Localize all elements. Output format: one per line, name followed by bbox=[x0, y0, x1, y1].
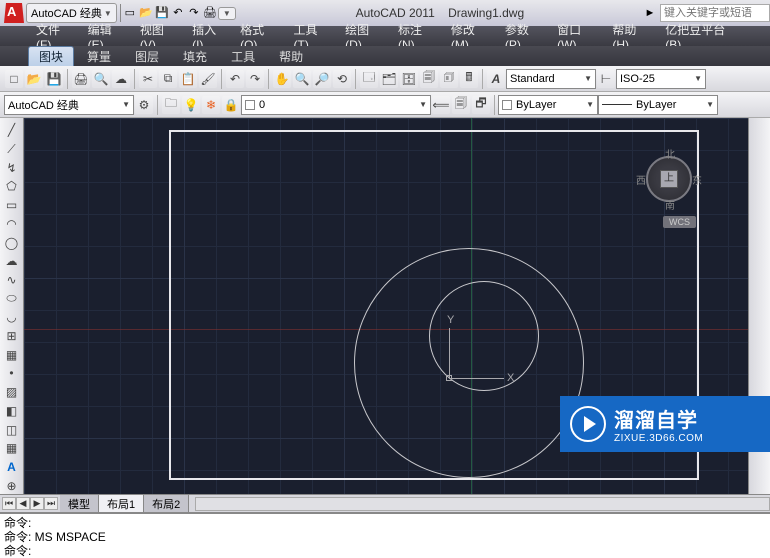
text-style-combo[interactable]: Standard▼ bbox=[506, 69, 596, 89]
ucs-icon: X Y bbox=[449, 328, 529, 408]
command-window[interactable]: 命令: 命令: MS MSPACE 命令: bbox=[0, 512, 770, 558]
chevron-down-icon: ▼ bbox=[104, 9, 112, 18]
layout-tab-model[interactable]: 模型 bbox=[60, 494, 99, 513]
tab-help[interactable]: 帮助 bbox=[268, 46, 314, 67]
toolbar-workspace-layer: AutoCAD 经典▼ ⚙ 🗀 💡 ❄ 🔒 0▼ ⟸ 🗐 🗗 ByLayer▼ … bbox=[0, 92, 770, 118]
color-combo[interactable]: ByLayer▼ bbox=[498, 95, 598, 115]
tab-block[interactable]: 图块 bbox=[28, 46, 74, 67]
dim-style-icon[interactable]: ⊢ bbox=[597, 70, 615, 88]
layout-tab-bar: ⏮◀▶⏭ 模型 布局1 布局2 bbox=[0, 494, 770, 512]
sheet-icon[interactable]: 🗐 bbox=[420, 70, 438, 88]
layer-iso-icon[interactable]: 🗗 bbox=[472, 96, 490, 114]
ellipse-icon[interactable]: ⬭ bbox=[3, 290, 21, 307]
open-file-icon[interactable]: 📂 bbox=[25, 70, 43, 88]
tab-layer[interactable]: 图层 bbox=[124, 46, 170, 67]
layout-nav[interactable]: ⏮◀▶⏭ bbox=[0, 497, 60, 510]
block-icon[interactable]: ▦ bbox=[3, 346, 21, 363]
region-icon[interactable]: ◫ bbox=[3, 421, 21, 438]
layer-on-icon[interactable]: 💡 bbox=[182, 96, 200, 114]
point-icon[interactable]: • bbox=[3, 365, 21, 382]
tab-quantity[interactable]: 算量 bbox=[76, 46, 122, 67]
spline-icon[interactable]: ∿ bbox=[3, 272, 21, 289]
save-file-icon[interactable]: 💾 bbox=[45, 70, 63, 88]
zoom-win-icon[interactable]: 🔎 bbox=[313, 70, 331, 88]
cmd-history-2: 命令: MS MSPACE bbox=[4, 530, 766, 544]
cmd-history-1: 命令: bbox=[4, 516, 766, 530]
layer-prop-icon[interactable]: 🗀 bbox=[162, 96, 180, 114]
undo2-icon[interactable]: ↶ bbox=[226, 70, 244, 88]
cut-icon[interactable]: ✂ bbox=[139, 70, 157, 88]
tool-pal-icon[interactable]: 🗄 bbox=[400, 70, 418, 88]
ribbon-tabs: 图块 算量 图层 填充 工具 帮助 bbox=[0, 46, 770, 66]
toolbar-standard: □ 📂 💾 🖨 🔍 ☁ ✂ ⧉ 📋 🖌 ↶ ↷ ✋ 🔍 🔎 ⟲ 🗔 🗂 🗄 🗐 … bbox=[0, 66, 770, 92]
match-icon[interactable]: 🖌 bbox=[199, 70, 217, 88]
xline-icon[interactable]: ⟋ bbox=[3, 141, 21, 158]
workspace-combo[interactable]: AutoCAD 经典▼ bbox=[4, 95, 134, 115]
prop-icon[interactable]: 🗔 bbox=[360, 70, 378, 88]
rect-icon[interactable]: ▭ bbox=[3, 197, 21, 214]
zoom-rt-icon[interactable]: 🔍 bbox=[293, 70, 311, 88]
app-icon bbox=[4, 3, 24, 23]
tab-tools[interactable]: 工具 bbox=[220, 46, 266, 67]
dim-style-combo[interactable]: ISO-25▼ bbox=[616, 69, 706, 89]
insert-icon[interactable]: ⊞ bbox=[3, 328, 21, 345]
copy-icon[interactable]: ⧉ bbox=[159, 70, 177, 88]
menu-bar: 文件(F) 编辑(E) 视图(V) 插入(I) 格式(O) 工具(T) 绘图(D… bbox=[0, 26, 770, 46]
redo2-icon[interactable]: ↷ bbox=[246, 70, 264, 88]
new-file-icon[interactable]: □ bbox=[5, 70, 23, 88]
pan-icon[interactable]: ✋ bbox=[273, 70, 291, 88]
first-tab-icon: ⏮ bbox=[2, 497, 16, 510]
wcs-label[interactable]: WCS bbox=[663, 216, 696, 228]
prev-tab-icon: ◀ bbox=[16, 497, 30, 510]
layout-tab-2[interactable]: 布局2 bbox=[144, 494, 189, 513]
polyline-icon[interactable]: ↯ bbox=[3, 159, 21, 176]
draw-toolbar: ╱ ⟋ ↯ ⬠ ▭ ◠ ◯ ☁ ∿ ⬭ ◡ ⊞ ▦ • ▨ ◧ ◫ ▦ A ⊕ bbox=[0, 118, 24, 494]
linetype-combo[interactable]: ByLayer▼ bbox=[598, 95, 718, 115]
publish-icon[interactable]: ☁ bbox=[112, 70, 130, 88]
layer-combo[interactable]: 0▼ bbox=[241, 95, 431, 115]
table-icon[interactable]: ▦ bbox=[3, 440, 21, 457]
cmd-prompt: 命令: bbox=[4, 544, 31, 558]
layer-state-icon[interactable]: 🗐 bbox=[452, 96, 470, 114]
text-style-icon[interactable]: A bbox=[487, 70, 505, 88]
layer-lock-icon[interactable]: 🔒 bbox=[222, 96, 240, 114]
view-cube[interactable]: 上 北 南 东 西 bbox=[638, 148, 700, 210]
mtext-icon[interactable]: A bbox=[3, 459, 21, 476]
polygon-icon[interactable]: ⬠ bbox=[3, 178, 21, 195]
line-icon[interactable]: ╱ bbox=[3, 122, 21, 139]
calc-icon[interactable]: 🖩 bbox=[460, 70, 478, 88]
layer-prev-icon[interactable]: ⟸ bbox=[432, 96, 450, 114]
tab-hatch[interactable]: 填充 bbox=[172, 46, 218, 67]
markup-icon[interactable]: 🗊 bbox=[440, 70, 458, 88]
main-area: ╱ ⟋ ↯ ⬠ ▭ ◠ ◯ ☁ ∿ ⬭ ◡ ⊞ ▦ • ▨ ◧ ◫ ▦ A ⊕ bbox=[0, 118, 770, 494]
print-icon[interactable]: 🖨 bbox=[72, 70, 90, 88]
paste-icon[interactable]: 📋 bbox=[179, 70, 197, 88]
revcloud-icon[interactable]: ☁ bbox=[3, 253, 21, 270]
workspace-settings-icon[interactable]: ⚙ bbox=[135, 96, 153, 114]
dc-icon[interactable]: 🗂 bbox=[380, 70, 398, 88]
ellipse-arc-icon[interactable]: ◡ bbox=[3, 309, 21, 326]
arc-icon[interactable]: ◠ bbox=[3, 216, 21, 233]
hatch-icon[interactable]: ▨ bbox=[3, 384, 21, 401]
preview-icon[interactable]: 🔍 bbox=[92, 70, 110, 88]
next-tab-icon: ▶ bbox=[30, 497, 44, 510]
circle-icon[interactable]: ◯ bbox=[3, 234, 21, 251]
zoom-prev-icon[interactable]: ⟲ bbox=[333, 70, 351, 88]
gradient-icon[interactable]: ◧ bbox=[3, 403, 21, 420]
h-scrollbar[interactable] bbox=[195, 497, 770, 511]
addsel-icon[interactable]: ⊕ bbox=[3, 477, 21, 494]
last-tab-icon: ⏭ bbox=[44, 497, 58, 510]
layout-tab-1[interactable]: 布局1 bbox=[99, 494, 144, 513]
layer-freeze-icon[interactable]: ❄ bbox=[202, 96, 220, 114]
play-icon bbox=[570, 406, 606, 442]
watermark: 溜溜自学 ZIXUE.3D66.COM bbox=[560, 396, 770, 452]
